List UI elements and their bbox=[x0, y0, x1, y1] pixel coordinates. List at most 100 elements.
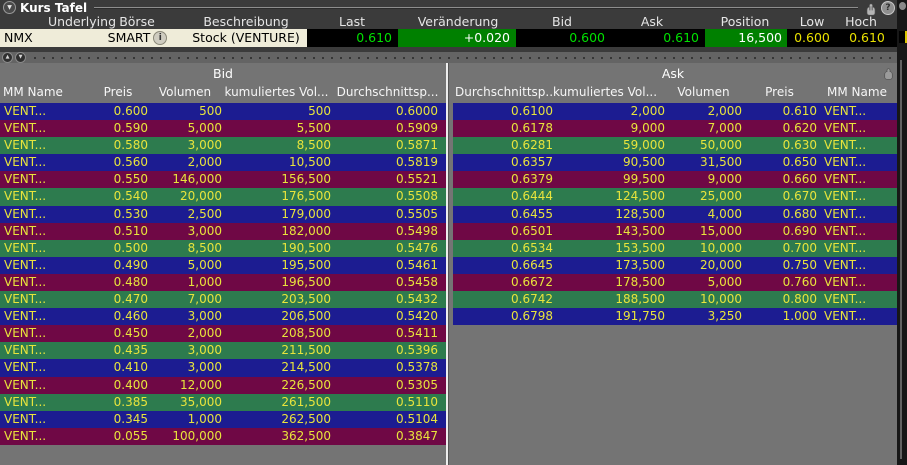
ask-price-cell[interactable]: 0.610 bbox=[611, 29, 705, 47]
ask-panel-hand-icon[interactable] bbox=[882, 65, 895, 77]
bid-table: VENT...0.6005005000.6000VENT...0.5905,00… bbox=[0, 103, 446, 445]
table-row[interactable]: VENT...0.4707,000203,5000.5432 bbox=[0, 291, 446, 308]
boerse-cell[interactable]: SMART i bbox=[90, 29, 185, 47]
table-row[interactable]: VENT...0.5803,0008,5000.5871 bbox=[0, 137, 446, 154]
row-cell: 0.6742 bbox=[453, 291, 553, 308]
scroll-up-button[interactable]: ▲ bbox=[2, 52, 13, 63]
underlying-cell[interactable]: NMX bbox=[0, 29, 90, 47]
row-cell: 5,000 bbox=[665, 274, 742, 291]
table-row[interactable]: 0.6444124,50025,0000.670VENT... bbox=[453, 188, 897, 205]
row-cell: VENT... bbox=[817, 154, 897, 171]
row-cell: 0.410 bbox=[88, 359, 148, 376]
table-row[interactable]: VENT...0.4502,000208,5000.5411 bbox=[0, 325, 446, 342]
row-cell: VENT... bbox=[0, 428, 88, 445]
collapse-panel-button[interactable]: ▼ bbox=[3, 1, 16, 14]
table-row[interactable]: VENT...0.4905,000195,5000.5461 bbox=[0, 257, 446, 274]
row-cell: 99,500 bbox=[553, 171, 665, 188]
row-cell: 35,000 bbox=[148, 394, 222, 411]
low-cell[interactable]: 0.600 bbox=[787, 29, 837, 47]
ask-col-mm-name: MM Name bbox=[817, 85, 897, 99]
row-cell: 195,500 bbox=[222, 257, 331, 274]
row-cell: 7,000 bbox=[148, 291, 222, 308]
row-cell: 0.3847 bbox=[331, 428, 444, 445]
row-cell: VENT... bbox=[817, 274, 897, 291]
change-cell[interactable]: +0.020 bbox=[398, 29, 516, 47]
table-row[interactable]: VENT...0.4103,000214,5000.5378 bbox=[0, 359, 446, 376]
row-cell: 0.630 bbox=[742, 137, 817, 154]
row-cell: VENT... bbox=[0, 137, 88, 154]
table-row[interactable]: VENT...0.40012,000226,5000.5305 bbox=[0, 377, 446, 394]
row-cell: 211,500 bbox=[222, 342, 331, 359]
table-row[interactable]: VENT...0.4353,000211,5000.5396 bbox=[0, 342, 446, 359]
row-cell: 0.6534 bbox=[453, 240, 553, 257]
row-cell: 208,500 bbox=[222, 325, 331, 342]
table-row[interactable]: VENT...0.550146,000156,5000.5521 bbox=[0, 171, 446, 188]
boerse-label: SMART bbox=[108, 29, 151, 47]
table-row[interactable]: VENT...0.4603,000206,5000.5420 bbox=[0, 308, 446, 325]
row-cell: 0.500 bbox=[88, 240, 148, 257]
row-cell: 226,500 bbox=[222, 377, 331, 394]
row-cell: 0.680 bbox=[742, 206, 817, 223]
table-row[interactable]: 0.6455128,5004,0000.680VENT... bbox=[453, 206, 897, 223]
table-row[interactable]: 0.6501143,50015,0000.690VENT... bbox=[453, 223, 897, 240]
last-price-cell[interactable]: 0.610 bbox=[307, 29, 398, 47]
table-row[interactable]: 0.6742188,50010,0000.800VENT... bbox=[453, 291, 897, 308]
table-row[interactable]: VENT...0.5103,000182,0000.5498 bbox=[0, 223, 446, 240]
row-cell: 0.700 bbox=[742, 240, 817, 257]
table-row[interactable]: 0.637999,5009,0000.660VENT... bbox=[453, 171, 897, 188]
row-cell: 0.5420 bbox=[331, 308, 444, 325]
row-cell: 0.5498 bbox=[331, 223, 444, 240]
row-cell: 0.6455 bbox=[453, 206, 553, 223]
row-cell: 20,000 bbox=[148, 188, 222, 205]
table-row[interactable]: VENT...0.055100,000362,5000.3847 bbox=[0, 428, 446, 445]
row-cell: 0.590 bbox=[88, 120, 148, 137]
column-header-veraenderung: Veränderung bbox=[418, 14, 499, 29]
table-row[interactable]: VENT...0.5905,0005,5000.5909 bbox=[0, 120, 446, 137]
table-row[interactable]: 0.6534153,50010,0000.700VENT... bbox=[453, 240, 897, 257]
row-cell: VENT... bbox=[817, 223, 897, 240]
table-row[interactable]: VENT...0.3451,000262,5000.5104 bbox=[0, 411, 446, 428]
help-icon[interactable]: ? bbox=[881, 1, 895, 15]
splitter-handle[interactable] bbox=[34, 57, 893, 59]
position-cell[interactable]: 16,500 bbox=[705, 29, 787, 47]
table-row[interactable]: VENT...0.54020,000176,5000.5508 bbox=[0, 188, 446, 205]
row-cell: 0.400 bbox=[88, 377, 148, 394]
table-row[interactable]: VENT...0.5008,500190,5000.5476 bbox=[0, 240, 446, 257]
table-row[interactable]: VENT...0.5602,00010,5000.5819 bbox=[0, 154, 446, 171]
table-row[interactable]: VENT...0.5302,500179,0000.5505 bbox=[0, 206, 446, 223]
row-cell: VENT... bbox=[817, 120, 897, 137]
table-row[interactable]: 0.61789,0007,0000.620VENT... bbox=[453, 120, 897, 137]
row-cell: 0.760 bbox=[742, 274, 817, 291]
beschreibung-cell[interactable]: Stock (VENTURE) bbox=[185, 29, 307, 47]
table-row[interactable]: 0.6798191,7503,2501.000VENT... bbox=[453, 308, 897, 325]
row-cell: 0.510 bbox=[88, 223, 148, 240]
table-row[interactable]: VENT...0.6005005000.6000 bbox=[0, 103, 446, 120]
hoch-cell[interactable]: 0.610 bbox=[837, 29, 897, 47]
drag-hand-icon[interactable] bbox=[864, 1, 878, 14]
row-cell: 90,500 bbox=[553, 154, 665, 171]
edge-line bbox=[900, 60, 902, 459]
row-cell: 0.600 bbox=[88, 103, 148, 120]
row-cell: 0.5819 bbox=[331, 154, 444, 171]
info-icon[interactable]: i bbox=[153, 31, 167, 45]
row-cell: 0.610 bbox=[742, 103, 817, 120]
row-cell: 2,000 bbox=[148, 325, 222, 342]
table-row[interactable]: VENT...0.4801,000196,5000.5458 bbox=[0, 274, 446, 291]
row-cell: VENT... bbox=[0, 240, 88, 257]
column-header-bid: Bid bbox=[552, 14, 572, 29]
row-cell: 500 bbox=[148, 103, 222, 120]
scroll-down-button[interactable]: ▼ bbox=[15, 52, 26, 63]
row-cell: 146,000 bbox=[148, 171, 222, 188]
table-row[interactable]: 0.61002,0002,0000.610VENT... bbox=[453, 103, 897, 120]
table-row[interactable]: 0.6645173,50020,0000.750VENT... bbox=[453, 257, 897, 274]
row-cell: 173,500 bbox=[553, 257, 665, 274]
table-row[interactable]: 0.628159,00050,0000.630VENT... bbox=[453, 137, 897, 154]
row-cell: 59,000 bbox=[553, 137, 665, 154]
table-row[interactable]: VENT...0.38535,000261,5000.5110 bbox=[0, 394, 446, 411]
bid-price-cell[interactable]: 0.600 bbox=[516, 29, 611, 47]
row-cell: 188,500 bbox=[553, 291, 665, 308]
table-row[interactable]: 0.635790,50031,5000.650VENT... bbox=[453, 154, 897, 171]
table-row[interactable]: 0.6672178,5005,0000.760VENT... bbox=[453, 274, 897, 291]
row-cell: VENT... bbox=[0, 377, 88, 394]
row-cell: 153,500 bbox=[553, 240, 665, 257]
